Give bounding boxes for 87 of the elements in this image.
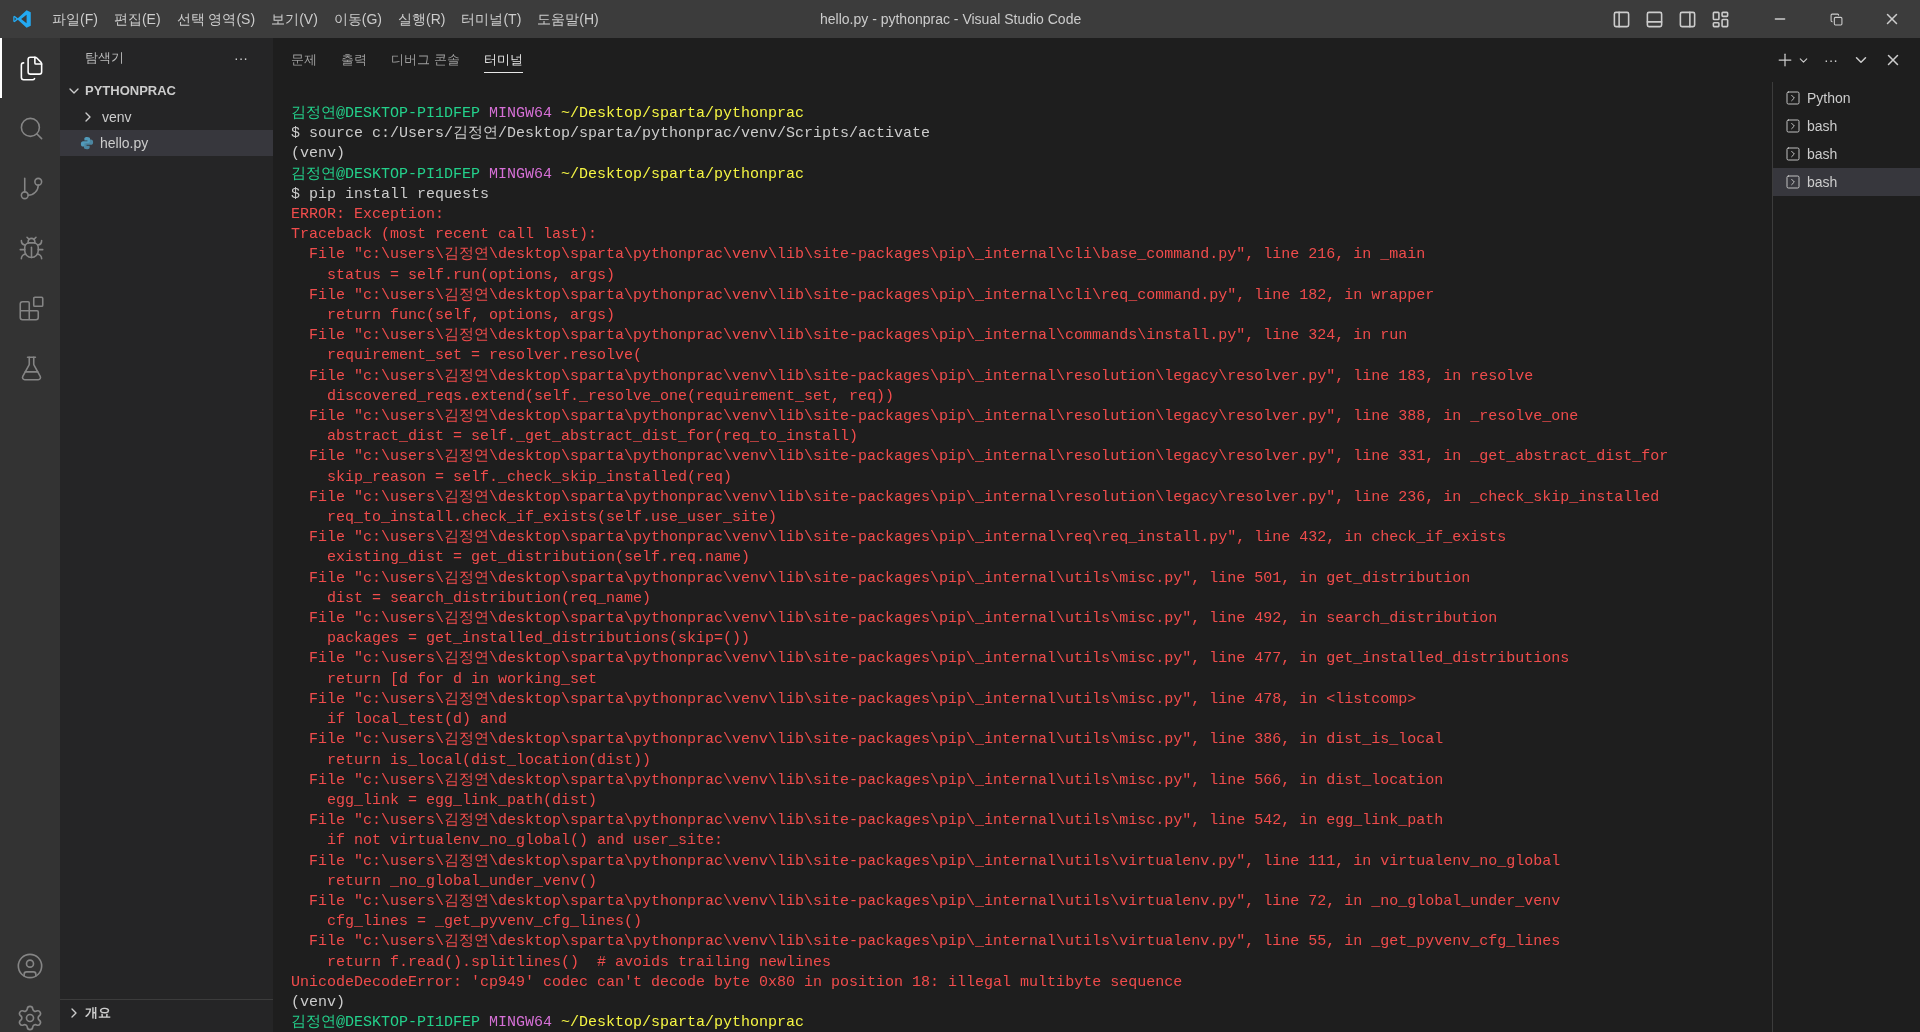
layout-icon[interactable] xyxy=(1711,9,1730,29)
error-line: File "c:\users\김정연\desktop\sparta\pythonprac\venv\lib\site-packages\pip\_internal\utils\misc.py", line 477, in get_installed_distributions xyxy=(308,649,1570,670)
terminal-list-item[interactable]: bash xyxy=(1773,168,1920,196)
error-line: dist = search_distribution(req_name) xyxy=(326,588,652,609)
error-line: req_to_install.check_if_exists(self.use_user_site) xyxy=(326,508,778,529)
menu-item[interactable]: 편집(E) xyxy=(105,6,169,32)
more-actions-button[interactable]: ··· xyxy=(234,47,248,69)
more-icon[interactable]: ··· xyxy=(1824,49,1838,71)
app-logo-icon xyxy=(12,9,32,29)
error-line: requirement_set = resolver.resolve( xyxy=(326,346,643,367)
menu-item[interactable]: 실행(R) xyxy=(390,6,454,32)
error-line: File "c:\users\김정연\desktop\sparta\pythonprac\venv\lib\site-packages\pip\_internal\utils\virtualenv.py", line 111, in virtualenv_no_global xyxy=(308,851,1561,872)
error-line: File "c:\users\김정연\desktop\sparta\pythonprac\venv\lib\site-packages\pip\_internal\utils\misc.py", line 478, in <listcomp> xyxy=(308,689,1417,710)
terminal-list-item[interactable]: Python xyxy=(1773,84,1920,112)
menu-item[interactable]: 파일(F) xyxy=(44,6,106,32)
error-line: File "c:\users\김정연\desktop\sparta\pythonprac\venv\lib\site-packages\pip\_internal\resolution\legacy\resolver.py", line 388, in _resolve_one xyxy=(308,407,1579,428)
terminal-list-item[interactable]: bash xyxy=(1773,112,1920,140)
prompt-system: MINGW64 xyxy=(489,164,553,185)
error-line: abstract_dist = self._get_abstract_dist_for(req_to_install) xyxy=(326,427,859,448)
menu-item[interactable]: 터미널(T) xyxy=(453,6,530,32)
error-line: File "c:\users\김정연\desktop\sparta\pythonprac\venv\lib\site-packages\pip\_internal\utils\misc.py", line 542, in egg_link_path xyxy=(308,811,1444,832)
prompt-path: ~/Desktop/sparta/pythonprac xyxy=(561,164,805,185)
window-title: hello.py - pythonprac - Visual Studio Code xyxy=(820,9,1082,29)
error-line: return [d for d in working_set xyxy=(326,669,598,690)
error-line: File "c:\users\김정연\desktop\sparta\pythonprac\venv\lib\site-packages\pip\_internal\cli\req_command.py", line 182, in wrapper xyxy=(308,285,1435,306)
terminal-line: $ pip install requests xyxy=(291,184,490,205)
error-line: File "c:\users\김정연\desktop\sparta\pythonprac\venv\lib\site-packages\pip\_internal\resolution\legacy\resolver.py", line 183, in resolve xyxy=(308,366,1534,387)
error-line: cfg_lines = _get_pyvenv_cfg_lines() xyxy=(326,912,643,933)
error-line: status = self.run(options, args) xyxy=(326,265,616,286)
prompt-system: MINGW64 xyxy=(489,1013,553,1032)
terminal-line: $ source c:/Users/김정연/Desktop/sparta/pythonprac/venv/Scripts/activate xyxy=(291,124,931,145)
menu-item[interactable]: 보기(V) xyxy=(263,6,326,32)
restore-icon[interactable] xyxy=(1829,12,1843,26)
error-line: File "c:\users\김정연\desktop\sparta\pythonprac\venv\lib\site-packages\pip\_internal\utils\misc.py", line 386, in dist_is_local xyxy=(308,730,1444,751)
prompt-user-host: 김정연@DESKTOP-PI1DFEP xyxy=(291,104,481,124)
prompt-path: ~/Desktop/sparta/pythonprac xyxy=(561,1013,805,1032)
error-line: File "c:\users\김정연\desktop\sparta\pythonprac\venv\lib\site-packages\pip\_internal\utils\misc.py", line 492, in search_distribution xyxy=(308,609,1498,630)
error-line: return f.read().splitlines() # avoids trailing newlines xyxy=(326,952,832,973)
error-line: UnicodeDecodeError: 'cp949' codec can't decode byte 0x80 in position 18: illegal multibyte sequence xyxy=(291,972,1183,993)
menu-item[interactable]: 이동(G) xyxy=(325,6,390,32)
folder-item[interactable]: venv xyxy=(60,104,273,130)
terminal-icon xyxy=(1785,146,1801,162)
prompt-system: MINGW64 xyxy=(489,104,553,124)
terminal-icon xyxy=(1785,174,1801,190)
error-line: File "c:\users\김정연\desktop\sparta\pythonprac\venv\lib\site-packages\pip\_internal\resolution\legacy\resolver.py", line 331, in _get_abstract_dist_for xyxy=(308,447,1669,468)
toggle-panel-icon[interactable] xyxy=(1645,9,1664,29)
terminal-line: (venv) xyxy=(291,992,345,1013)
error-line: return func(self, options, args) xyxy=(326,306,616,327)
folder-header[interactable]: PYTHONPRAC xyxy=(60,78,273,104)
toggle-sidebar-icon[interactable] xyxy=(1612,9,1631,29)
error-line: File "c:\users\김정연\desktop\sparta\pythonprac\venv\lib\site-packages\pip\_internal\utils\misc.py", line 566, in dist_location xyxy=(308,770,1444,791)
menu-item[interactable]: 선택 영역(S) xyxy=(168,6,264,32)
terminal-icon xyxy=(1785,90,1801,106)
error-line: if local_test(d) and xyxy=(326,710,508,731)
terminal-list-item[interactable]: bash xyxy=(1773,140,1920,168)
prompt-user-host: 김정연@DESKTOP-PI1DFEP xyxy=(291,1013,481,1032)
error-line: File "c:\users\김정연\desktop\sparta\pythonprac\venv\lib\site-packages\pip\_internal\utils\misc.py", line 501, in get_distribution xyxy=(308,568,1471,589)
error-line: egg_link = egg_link_path(dist) xyxy=(326,790,598,811)
error-line: File "c:\users\김정연\desktop\sparta\pythonprac\venv\lib\site-packages\pip\_internal\resolution\legacy\resolver.py", line 236, in _check_skip_installed xyxy=(308,487,1660,508)
error-line: File "c:\users\김정연\desktop\sparta\pythonprac\venv\lib\site-packages\pip\_internal\commands\install.py", line 324, in run xyxy=(308,326,1408,347)
error-line: if not virtualenv_no_global() and user_site: xyxy=(326,831,724,852)
error-line: discovered_reqs.extend(self._resolve_one(requirement_set, req)) xyxy=(326,386,895,407)
panel-tab[interactable]: 터미널 xyxy=(483,47,523,73)
panel-tab[interactable]: 출력 xyxy=(341,47,367,73)
error-line: Traceback (most recent call last): xyxy=(291,225,598,246)
error-line: existing_dist = get_distribution(self.req.name) xyxy=(326,548,751,569)
prompt-user-host: 김정연@DESKTOP-PI1DFEP xyxy=(291,164,481,185)
error-line: packages = get_installed_distributions(skip=()) xyxy=(326,629,751,650)
error-line: File "c:\users\김정연\desktop\sparta\pythonprac\venv\lib\site-packages\pip\_internal\utils\virtualenv.py", line 72, in _no_global_under_venv xyxy=(308,891,1561,912)
python-file-icon xyxy=(80,136,94,150)
error-line: File "c:\users\김정연\desktop\sparta\pythonprac\venv\lib\site-packages\pip\_internal\utils\virtualenv.py", line 55, in _get_pyvenv_cfg_lines xyxy=(308,932,1561,953)
error-line: ERROR: Exception: xyxy=(291,205,445,225)
panel-tab[interactable]: 문제 xyxy=(291,47,317,73)
terminal-line: (venv) xyxy=(291,144,345,165)
file-item[interactable]: hello.py xyxy=(60,130,273,156)
prompt-path: ~/Desktop/sparta/pythonprac xyxy=(561,104,805,124)
panel-tab[interactable]: 디버그 콘솔 xyxy=(391,47,460,73)
error-line: File "c:\users\김정연\desktop\sparta\pythonprac\venv\lib\site-packages\pip\_internal\cli\base_command.py", line 216, in _main xyxy=(308,245,1426,266)
error-line: return is_local(dist_location(dist)) xyxy=(326,750,652,771)
sidebar-title: 탐색기 xyxy=(85,49,124,68)
error-line: File "c:\users\김정연\desktop\sparta\pythonprac\venv\lib\site-packages\pip\_internal\req\req_install.py", line 432, in check_if_exists xyxy=(308,528,1507,549)
outline-header[interactable]: 개요 xyxy=(60,1000,273,1026)
terminal-icon xyxy=(1785,118,1801,134)
error-line: return _no_global_under_venv() xyxy=(326,871,598,892)
menu-item[interactable]: 도움말(H) xyxy=(529,6,607,32)
error-line: skip_reason = self._check_skip_installed(req) xyxy=(326,467,733,488)
toggle-secondary-sidebar-icon[interactable] xyxy=(1678,9,1697,29)
